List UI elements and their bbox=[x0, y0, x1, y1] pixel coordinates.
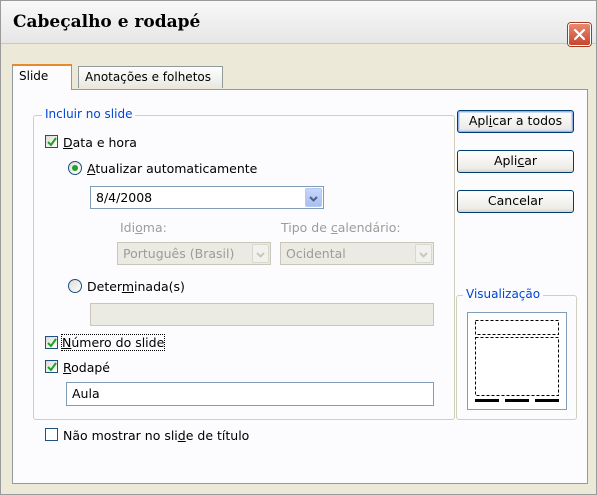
hide-on-title-label-mnemonic: d bbox=[177, 428, 186, 443]
calendar-type-dropdown-button[interactable] bbox=[415, 244, 432, 263]
date-format-combobox[interactable]: 8/4/2008 bbox=[90, 186, 324, 209]
tab-notes-handouts-label: Anotações e folhetos bbox=[85, 70, 211, 84]
fixed-date-label-pre: Deter bbox=[87, 279, 122, 294]
close-icon bbox=[573, 28, 586, 41]
footer-checkbox[interactable] bbox=[45, 360, 58, 373]
apply-to-all-label-post: car a todos bbox=[492, 113, 563, 128]
fixed-date-label[interactable]: Determinada(s) bbox=[87, 279, 185, 294]
date-time-label-post: ata e hora bbox=[72, 135, 137, 150]
fixed-date-label-post: inada(s) bbox=[134, 279, 185, 294]
apply-label-post: ar bbox=[524, 153, 538, 168]
chevron-down-icon bbox=[256, 246, 265, 261]
language-value: Português (Brasil) bbox=[123, 246, 235, 261]
calendar-type-label-post: alendário: bbox=[337, 220, 401, 235]
dialog-window: Cabeçalho e rodapé Slide Anotações e fol… bbox=[0, 0, 597, 495]
tab-slide-label: Slide bbox=[19, 69, 49, 83]
tab-notes-handouts[interactable]: Anotações e folhetos bbox=[78, 66, 223, 88]
date-format-dropdown-button[interactable] bbox=[305, 188, 322, 207]
preview-thumbnail bbox=[467, 312, 567, 410]
hide-on-title-slide-checkbox[interactable] bbox=[45, 428, 58, 441]
hide-on-title-label-post: e de título bbox=[185, 428, 250, 443]
tab-slide[interactable]: Slide bbox=[12, 64, 72, 90]
language-combobox[interactable]: Português (Brasil) bbox=[117, 242, 271, 265]
fixed-date-radio[interactable] bbox=[68, 279, 82, 293]
apply-label-pre: Apli bbox=[493, 153, 518, 168]
footer-label[interactable]: Rodapé bbox=[63, 360, 110, 375]
language-label-post: ma: bbox=[142, 220, 167, 235]
calendar-type-label-pre: Tipo de bbox=[281, 220, 331, 235]
footer-label-post: odapé bbox=[71, 360, 110, 375]
close-button[interactable] bbox=[568, 23, 591, 46]
calendar-type-label-mnemonic: c bbox=[330, 220, 338, 235]
radio-selected-dot bbox=[72, 165, 78, 171]
apply-to-all-button[interactable]: Aplicar a todos bbox=[457, 110, 574, 133]
language-label: Idioma: bbox=[120, 220, 167, 235]
auto-update-label-post: tualizar automaticamente bbox=[95, 161, 258, 176]
calendar-type-combobox[interactable]: Ocidental bbox=[280, 242, 434, 265]
slide-number-label[interactable]: Número do slide bbox=[60, 334, 166, 351]
footer-text-value: Aula bbox=[72, 386, 100, 401]
calendar-type-value: Ocidental bbox=[286, 246, 346, 261]
preview-legend: Visualização bbox=[463, 287, 544, 301]
slide-number-label-post: úmero do slide bbox=[71, 335, 165, 350]
date-time-checkbox[interactable] bbox=[45, 135, 58, 148]
tab-panel-slide: Incluir no slide Data e hora Atualizar a… bbox=[12, 89, 588, 484]
calendar-type-label: Tipo de calendário: bbox=[281, 220, 401, 235]
cancel-label: Cancelar bbox=[487, 193, 544, 208]
auto-update-label[interactable]: Atualizar automaticamente bbox=[87, 161, 257, 176]
slide-number-checkbox[interactable] bbox=[45, 336, 58, 349]
date-time-label[interactable]: Data e hora bbox=[63, 135, 137, 150]
date-time-label-mnemonic: D bbox=[63, 135, 73, 150]
language-dropdown-button[interactable] bbox=[252, 244, 269, 263]
fixed-date-label-mnemonic: m bbox=[121, 279, 135, 294]
language-label-mnemonic: o bbox=[135, 220, 143, 235]
cancel-button[interactable]: Cancelar bbox=[457, 190, 574, 213]
slide-number-label-mnemonic: N bbox=[62, 335, 72, 350]
hide-on-title-label-pre: Não mostrar no sli bbox=[63, 428, 178, 443]
chevron-down-icon bbox=[309, 190, 318, 205]
footer-label-mnemonic: R bbox=[63, 360, 72, 375]
title-bar[interactable]: Cabeçalho e rodapé bbox=[1, 1, 596, 44]
hide-on-title-slide-label[interactable]: Não mostrar no slide de título bbox=[63, 428, 249, 443]
fixed-date-input[interactable] bbox=[90, 303, 434, 326]
auto-update-radio[interactable] bbox=[68, 161, 82, 175]
language-label-pre: Idi bbox=[120, 220, 136, 235]
apply-button[interactable]: Aplicar bbox=[457, 150, 574, 173]
footer-text-input[interactable]: Aula bbox=[66, 382, 434, 406]
date-format-value: 8/4/2008 bbox=[96, 190, 153, 205]
window-title: Cabeçalho e rodapé bbox=[13, 12, 201, 32]
include-in-slide-legend: Incluir no slide bbox=[42, 107, 136, 121]
chevron-down-icon bbox=[419, 246, 428, 261]
apply-to-all-label-pre: Apl bbox=[468, 113, 489, 128]
preview-layout-diagram bbox=[475, 320, 559, 402]
